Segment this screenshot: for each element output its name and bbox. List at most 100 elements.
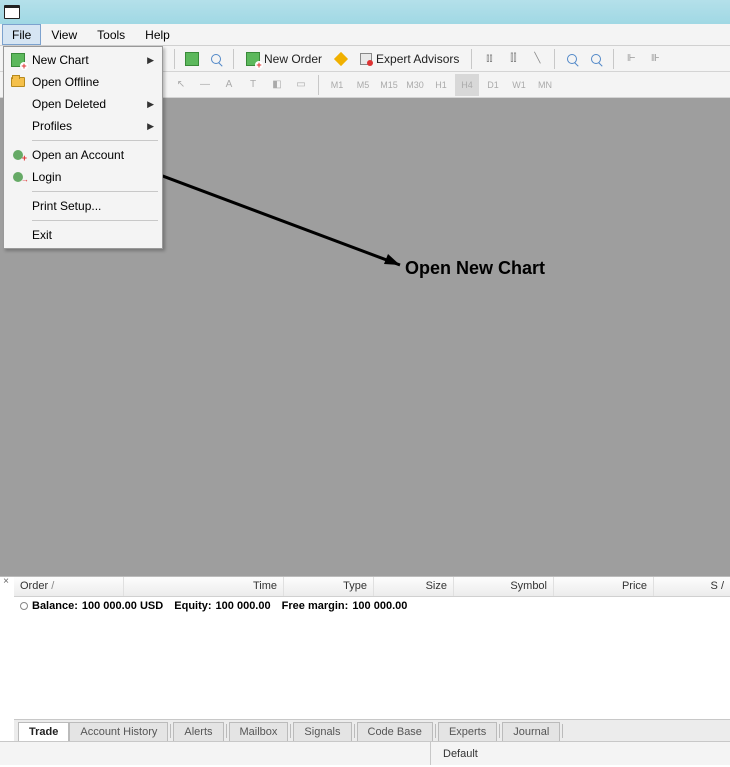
shift-button[interactable]: ⊩ bbox=[620, 48, 642, 70]
submenu-arrow-icon: ▶ bbox=[147, 55, 154, 66]
annotation-arrow bbox=[120, 160, 440, 280]
terminal-close-button[interactable]: × bbox=[0, 576, 12, 588]
tab-separator bbox=[562, 724, 563, 738]
file-open-account-label: Open an Account bbox=[32, 148, 124, 162]
file-dropdown: New Chart ▶ Open Offline Open Deleted ▶ … bbox=[3, 46, 163, 249]
zoom-out-icon bbox=[591, 54, 601, 64]
equity-label: Equity: bbox=[174, 600, 211, 612]
terminal-header-row: Order / Time Type Size Symbol Price S / bbox=[14, 577, 730, 597]
line-button[interactable]: — bbox=[194, 74, 216, 96]
folder-icon bbox=[10, 74, 26, 90]
separator bbox=[613, 49, 614, 69]
separator bbox=[318, 75, 319, 95]
new-order-icon bbox=[246, 52, 260, 66]
tf-mn[interactable]: MN bbox=[533, 74, 557, 96]
file-open-deleted[interactable]: Open Deleted ▶ bbox=[6, 93, 160, 115]
tab-alerts[interactable]: Alerts bbox=[173, 722, 223, 741]
diamond-icon bbox=[334, 51, 348, 65]
col-symbol[interactable]: Symbol bbox=[454, 577, 554, 596]
tab-trade[interactable]: Trade bbox=[18, 722, 69, 741]
terminal-pane: × Terminal Order / Time Type Size Symbol… bbox=[0, 576, 730, 741]
tf-m15[interactable]: M15 bbox=[377, 74, 401, 96]
tab-separator bbox=[499, 724, 500, 738]
menu-tools[interactable]: Tools bbox=[87, 24, 135, 45]
file-new-chart[interactable]: New Chart ▶ bbox=[6, 49, 160, 71]
balance-label: Balance: bbox=[32, 600, 78, 612]
tf-d1[interactable]: D1 bbox=[481, 74, 505, 96]
menu-view[interactable]: View bbox=[41, 24, 87, 45]
barchart-button[interactable]: ⫿⫿ bbox=[502, 48, 524, 70]
terminal-balance-row[interactable]: Balance: 100 000.00 USD Equity: 100 000.… bbox=[14, 597, 730, 615]
col-size[interactable]: Size bbox=[374, 577, 454, 596]
text-t-button[interactable]: T bbox=[242, 74, 264, 96]
linechart-button[interactable]: ╲ bbox=[526, 48, 548, 70]
person-add-icon bbox=[10, 147, 26, 163]
submenu-arrow-icon: ▶ bbox=[147, 121, 154, 132]
col-type[interactable]: Type bbox=[284, 577, 374, 596]
person-login-icon bbox=[10, 169, 26, 185]
menu-separator bbox=[32, 140, 158, 141]
terminal-body: Order / Time Type Size Symbol Price S / … bbox=[14, 577, 730, 741]
col-time[interactable]: Time bbox=[124, 577, 284, 596]
menu-separator bbox=[32, 191, 158, 192]
tf-w1[interactable]: W1 bbox=[507, 74, 531, 96]
col-order[interactable]: Order / bbox=[14, 577, 124, 596]
tf-m30[interactable]: M30 bbox=[403, 74, 427, 96]
zoom-in-button[interactable] bbox=[561, 48, 583, 70]
separator bbox=[471, 49, 472, 69]
chart-icon bbox=[185, 52, 199, 66]
file-open-deleted-label: Open Deleted bbox=[32, 97, 106, 111]
terminal-tabs: Trade Account History Alerts Mailbox Sig… bbox=[14, 719, 730, 741]
tf-h4[interactable]: H4 bbox=[455, 74, 479, 96]
balance-value: 100 000.00 USD bbox=[82, 600, 163, 612]
file-login-label: Login bbox=[32, 170, 61, 184]
zoom-chart-button[interactable] bbox=[205, 48, 227, 70]
separator bbox=[233, 49, 234, 69]
tab-code-base[interactable]: Code Base bbox=[357, 722, 433, 741]
file-open-account[interactable]: Open an Account bbox=[6, 144, 160, 166]
object-button[interactable]: ◧ bbox=[266, 74, 288, 96]
tab-account-history[interactable]: Account History bbox=[69, 722, 168, 741]
tab-experts[interactable]: Experts bbox=[438, 722, 497, 741]
status-bar: Default bbox=[0, 741, 730, 765]
shapes-button[interactable]: ▭ bbox=[290, 74, 312, 96]
file-exit[interactable]: Exit bbox=[6, 224, 160, 246]
menu-separator bbox=[32, 220, 158, 221]
status-default: Default bbox=[430, 742, 730, 765]
annotation-label: Open New Chart bbox=[405, 258, 545, 279]
new-order-button[interactable]: New Order bbox=[240, 48, 328, 70]
cursor-button[interactable]: ↖ bbox=[170, 74, 192, 96]
file-open-offline-label: Open Offline bbox=[32, 75, 99, 89]
margin-label: Free margin: bbox=[282, 600, 349, 612]
submenu-arrow-icon: ▶ bbox=[147, 99, 154, 110]
title-bar bbox=[0, 0, 730, 24]
tf-h1[interactable]: H1 bbox=[429, 74, 453, 96]
expert-advisors-button[interactable]: Expert Advisors bbox=[354, 48, 465, 70]
separator bbox=[554, 49, 555, 69]
file-login[interactable]: Login bbox=[6, 166, 160, 188]
window-icon bbox=[4, 5, 20, 19]
file-open-offline[interactable]: Open Offline bbox=[6, 71, 160, 93]
candlestick-button[interactable]: ⫾⫾ bbox=[478, 48, 500, 70]
tf-m1[interactable]: M1 bbox=[325, 74, 349, 96]
separator bbox=[174, 49, 175, 69]
tf-m5[interactable]: M5 bbox=[351, 74, 375, 96]
menu-bar: File View Tools Help bbox=[0, 24, 730, 46]
file-print-setup[interactable]: Print Setup... bbox=[6, 195, 160, 217]
tab-mailbox[interactable]: Mailbox bbox=[229, 722, 289, 741]
tab-signals[interactable]: Signals bbox=[293, 722, 351, 741]
col-sl[interactable]: S / bbox=[654, 577, 730, 596]
file-new-chart-label: New Chart bbox=[32, 53, 89, 67]
text-a-button[interactable]: A bbox=[218, 74, 240, 96]
zoom-out-button[interactable] bbox=[585, 48, 607, 70]
autotrading-button[interactable] bbox=[330, 48, 352, 70]
menu-file[interactable]: File bbox=[2, 24, 41, 45]
autoscroll-button[interactable]: ⊪ bbox=[644, 48, 666, 70]
new-chart-icon bbox=[10, 52, 26, 68]
file-profiles[interactable]: Profiles ▶ bbox=[6, 115, 160, 137]
zoom-in-icon bbox=[567, 54, 577, 64]
tab-journal[interactable]: Journal bbox=[502, 722, 560, 741]
col-price[interactable]: Price bbox=[554, 577, 654, 596]
chart-button[interactable] bbox=[181, 48, 203, 70]
menu-help[interactable]: Help bbox=[135, 24, 180, 45]
